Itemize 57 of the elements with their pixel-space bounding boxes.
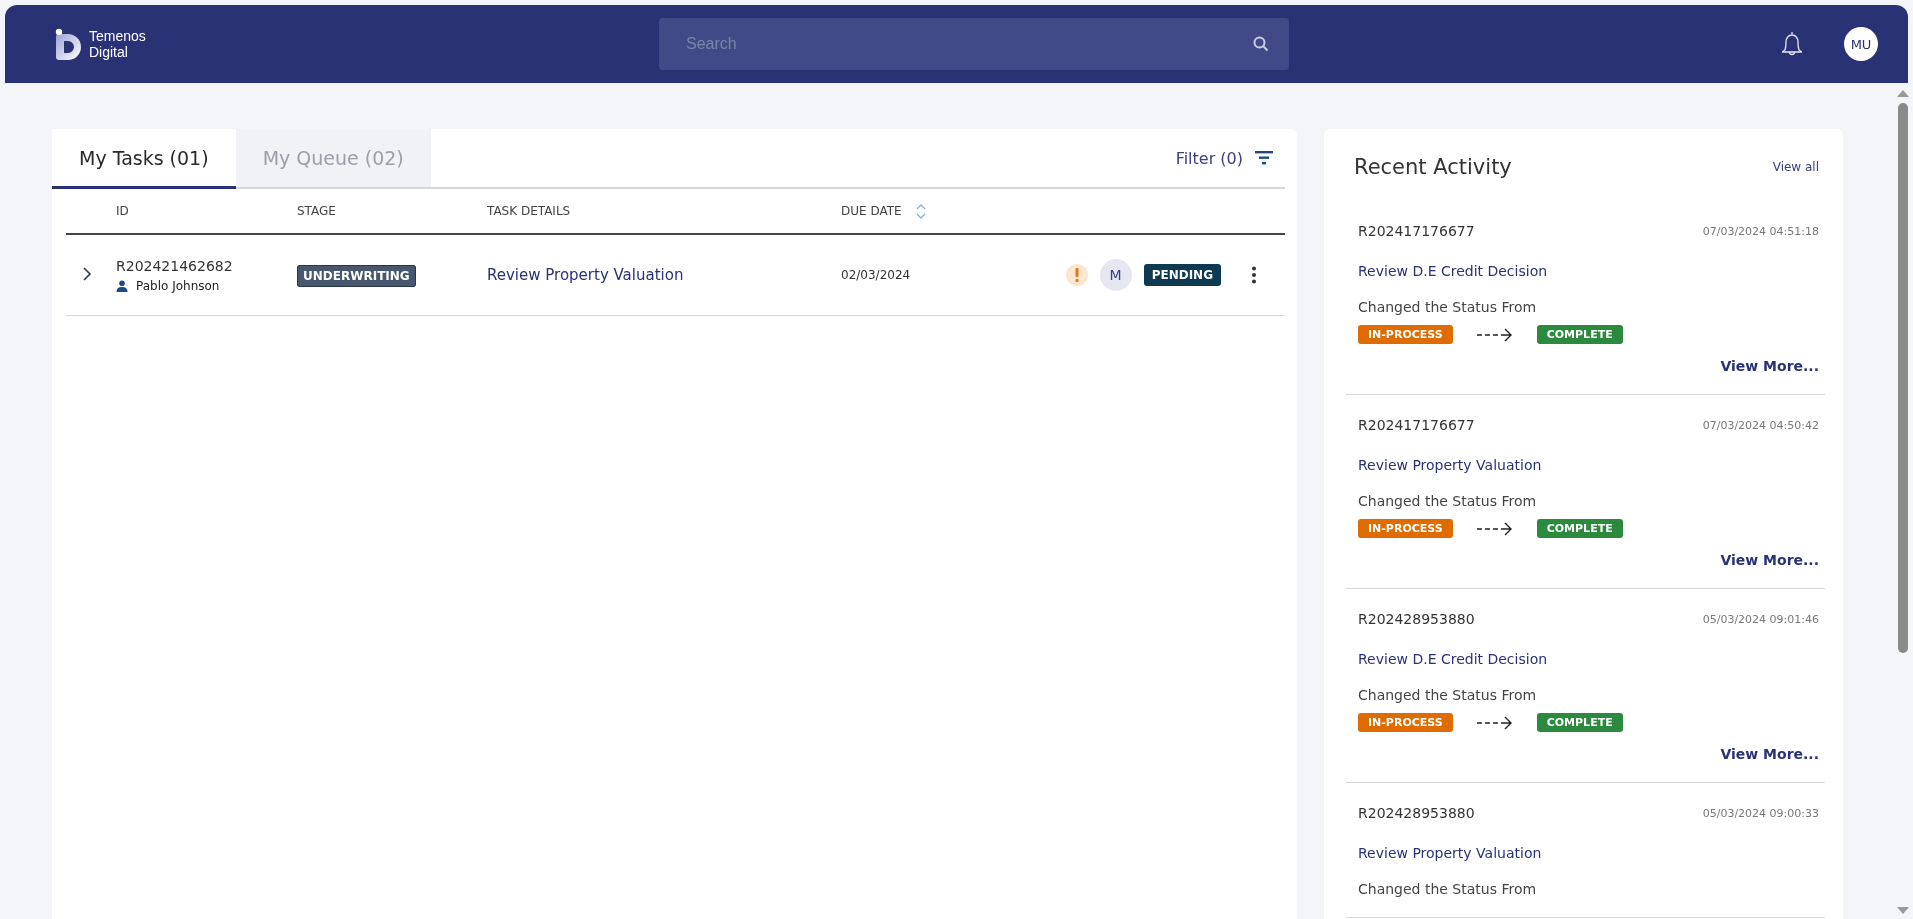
status-badge: COMPLETE [1536, 713, 1623, 732]
filter-button[interactable]: Filter (0) [1163, 129, 1285, 187]
sort-icon[interactable] [915, 203, 926, 219]
record-id: R202417176677 [1358, 417, 1475, 433]
logo-icon [55, 28, 83, 60]
notification-bell-icon[interactable] [1780, 30, 1804, 58]
column-header: ID [116, 204, 129, 218]
activity-text: Changed the Status From [1358, 493, 1538, 509]
timestamp: 07/03/2024 04:50:42 [1702, 418, 1819, 432]
filter-icon [1255, 151, 1273, 165]
scroll-up-arrow-icon[interactable] [1897, 89, 1909, 97]
scroll-down-arrow-icon[interactable] [1897, 907, 1909, 915]
record-id: R202428953880 [1358, 805, 1475, 821]
panel-title: Recent Activity [1354, 155, 1512, 179]
dashed-arrow-icon [1476, 521, 1513, 536]
tab[interactable]: My Tasks (01) [52, 129, 236, 189]
timestamp: 05/03/2024 09:01:46 [1702, 612, 1819, 626]
view-more-link[interactable]: View More... [1720, 358, 1819, 374]
task-id: R202421462682 [116, 257, 234, 274]
status-badge: IN-PROCESS [1358, 325, 1453, 344]
task-link[interactable]: Review D.E Credit Decision [1358, 651, 1819, 667]
timestamp: 07/03/2024 04:51:18 [1702, 224, 1819, 238]
record-id: R202417176677 [1358, 223, 1475, 239]
task-link[interactable]: Review Property Valuation [1358, 845, 1819, 861]
dashed-arrow-icon [1476, 327, 1513, 342]
view-more-link[interactable]: View More... [1720, 552, 1819, 568]
column-header: STAGE [297, 204, 336, 218]
view-more-link[interactable]: View More... [1720, 746, 1819, 762]
search-icon [1253, 36, 1269, 52]
assignee-avatar: M [1099, 259, 1132, 291]
task-link[interactable]: Review D.E Credit Decision [1358, 263, 1819, 279]
assignee-name: Pablo Johnson [136, 278, 220, 293]
view-all-link[interactable]: View all [1772, 160, 1819, 174]
timestamp: 05/03/2024 09:00:33 [1702, 806, 1819, 820]
stage-badge: UNDERWRITING [297, 264, 416, 287]
status-badge: PENDING [1143, 264, 1221, 286]
status-badge: IN-PROCESS [1358, 519, 1453, 538]
activity-text: Changed the Status From [1358, 687, 1538, 703]
status-badge: COMPLETE [1536, 519, 1623, 538]
chevron-right-icon[interactable] [82, 266, 92, 281]
activity-text: Changed the Status From [1358, 299, 1538, 315]
status-badge: COMPLETE [1536, 325, 1623, 344]
column-header[interactable]: DUE DATE [841, 204, 902, 218]
due-date: 02/03/2024 [841, 268, 911, 282]
more-options-icon[interactable] [1251, 266, 1257, 284]
activity-text: Changed the Status From [1358, 881, 1538, 897]
column-header: TASK DETAILS [487, 204, 571, 218]
task-link[interactable]: Review Property Valuation [1358, 457, 1819, 473]
task-details-link[interactable]: Review Property Valuation [487, 266, 684, 284]
status-badge: IN-PROCESS [1358, 713, 1453, 732]
logo-text: Temenos Digital [89, 28, 146, 60]
search-field[interactable]: Search [659, 18, 1289, 70]
user-avatar[interactable]: MU [1844, 27, 1878, 61]
scrollbar-thumb[interactable] [1898, 103, 1908, 653]
dashed-arrow-icon [1476, 715, 1513, 730]
person-icon [116, 279, 128, 292]
record-id: R202428953880 [1358, 611, 1475, 627]
